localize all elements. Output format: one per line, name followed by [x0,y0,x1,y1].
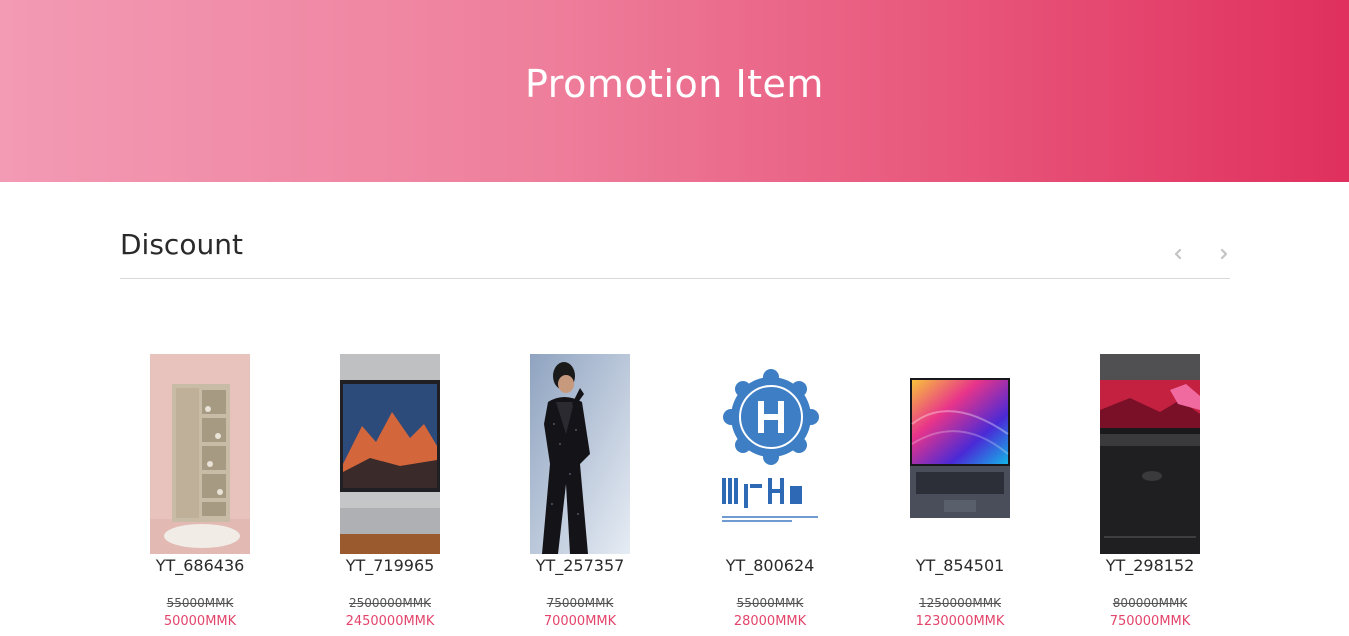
original-price: 1250000MMK [918,596,1002,610]
discount-price: 2450000MMK [345,614,435,629]
product-carousel: YT_686436 55000MMK 50000MMK YT_719965 25… [105,354,1245,634]
product-card[interactable]: YT_686436 55000MMK 50000MMK [105,354,295,634]
product-code: YT_719965 [345,556,435,575]
product-card[interactable]: YT_854501 1250000MMK 1230000MMK [865,354,1055,634]
product-card[interactable]: YT_298152 800000MMK 750000MMK [1055,354,1245,634]
carousel-next-button[interactable] [1212,242,1236,266]
section-header: Discount [120,228,1230,279]
product-image[interactable] [150,354,250,554]
product-code: YT_800624 [725,556,815,575]
product-card[interactable]: YT_257357 75000MMK 70000MMK [485,354,675,634]
chevron-left-icon [1174,248,1182,260]
discount-price: 750000MMK [1109,614,1191,629]
product-image[interactable] [910,354,1010,554]
discount-price: 28000MMK [733,614,807,629]
product-card[interactable]: YT_800624 55000MMK 28000MMK [675,354,865,634]
discount-price: 70000MMK [543,614,617,629]
product-code: YT_854501 [915,556,1005,575]
product-image[interactable] [340,354,440,554]
discount-price: 50000MMK [163,614,237,629]
original-price: 75000MMK [546,596,614,610]
product-image[interactable] [530,354,630,554]
product-code: YT_257357 [535,556,625,575]
product-card[interactable]: YT_719965 2500000MMK 2450000MMK [295,354,485,634]
chevron-right-icon [1220,248,1228,260]
promotion-banner: Promotion Item [0,0,1349,182]
section-title: Discount [120,228,243,261]
product-code: YT_686436 [155,556,245,575]
page-title: Promotion Item [525,62,824,106]
original-price: 55000MMK [736,596,804,610]
product-image[interactable] [1100,354,1200,554]
product-code: YT_298152 [1105,556,1195,575]
original-price: 2500000MMK [348,596,432,610]
original-price: 800000MMK [1112,596,1188,610]
carousel-prev-button[interactable] [1166,242,1190,266]
discount-price: 1230000MMK [915,614,1005,629]
product-image[interactable] [720,354,820,554]
original-price: 55000MMK [166,596,234,610]
